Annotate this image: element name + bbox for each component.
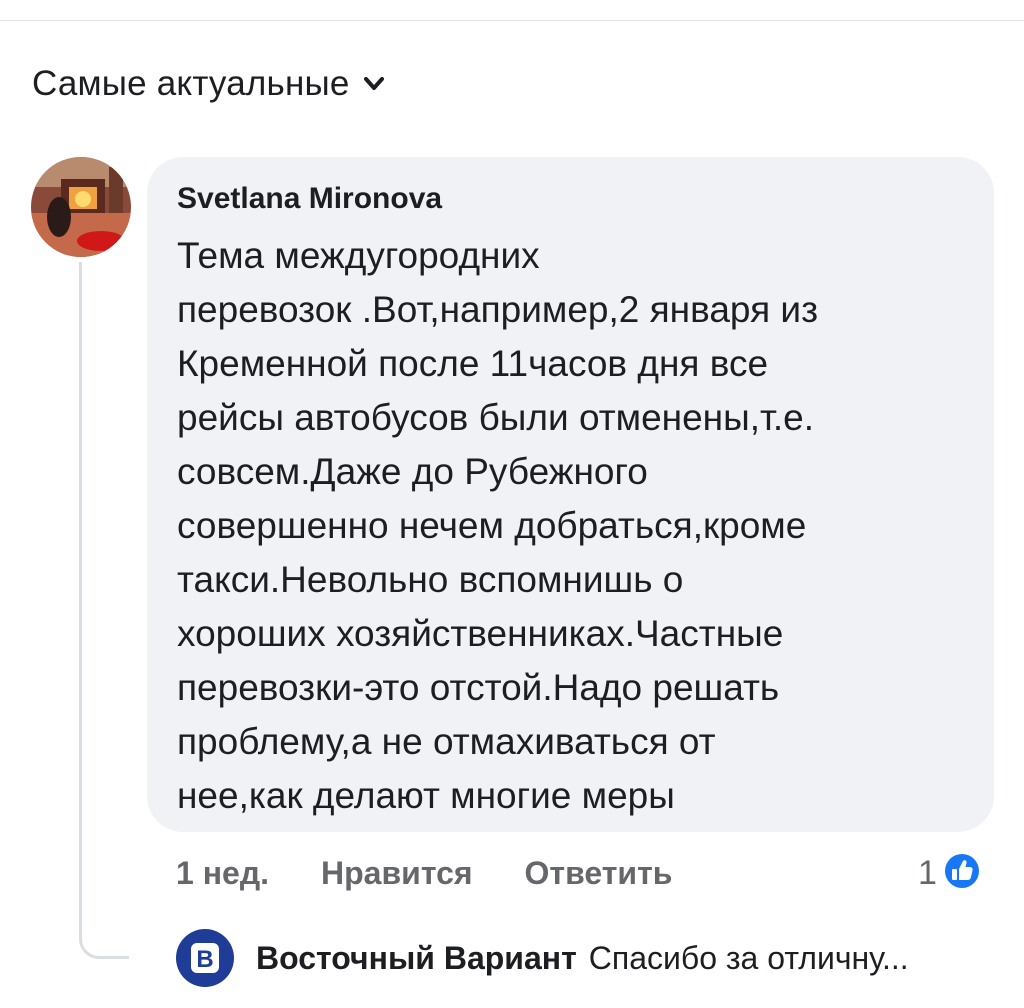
thread-connector [79,262,129,959]
reply-author[interactable]: Восточный Вариант [256,940,577,977]
comment-line: такси.Невольно вспомнишь о [177,559,684,600]
comment-line: перевозок .Вот,например,2 января из [177,289,819,330]
comment-actions: 1 нед. Нравится Ответить [176,848,672,898]
comment-author[interactable]: Svetlana Mironova [177,179,966,219]
avatar[interactable] [31,157,131,257]
reply-button[interactable]: Ответить [525,855,673,892]
comment-text: Тема междугородних перевозок .Вот,наприм… [177,229,966,823]
comment-line: совершенно нечем добраться,кроме [177,505,807,546]
sort-dropdown[interactable]: Самые актуальные [32,62,386,106]
reply-text: Спасибо за отличну... [588,939,909,976]
avatar[interactable]: B [176,929,234,987]
like-icon [941,850,983,897]
comments-section: Самые актуальные Svetlana Mironova Тема … [0,0,1024,1008]
sort-label: Самые актуальные [32,64,350,103]
comment-line: Тема междугородних [177,235,540,276]
chevron-down-icon [363,73,386,95]
comment-line: хороших хозяйственниках.Частные [177,613,784,654]
comment-line: Кременной после 11часов дня все [177,343,769,384]
reply-avatar-letter: B [196,946,213,973]
comment-timestamp[interactable]: 1 нед. [176,855,269,892]
like-button[interactable]: Нравится [321,855,473,892]
comment-line: проблему,а не отмахиваться от [177,721,716,762]
reaction-summary[interactable]: 1 [918,848,983,898]
comment-line: нее,как делают многие меры [177,775,675,816]
comment-line: совсем.Даже до Рубежного [177,451,648,492]
reaction-count: 1 [918,853,937,892]
comment-line: перевозки-это отстой.Надо решать [177,667,780,708]
comment-bubble: Svetlana Mironova Тема междугородних пер… [147,157,994,832]
comment-line: рейсы автобусов были отменены,т.е. [177,397,814,438]
reply-preview[interactable]: B Восточный Вариант Спасибо за отличну..… [176,928,996,988]
top-divider [0,20,1024,21]
